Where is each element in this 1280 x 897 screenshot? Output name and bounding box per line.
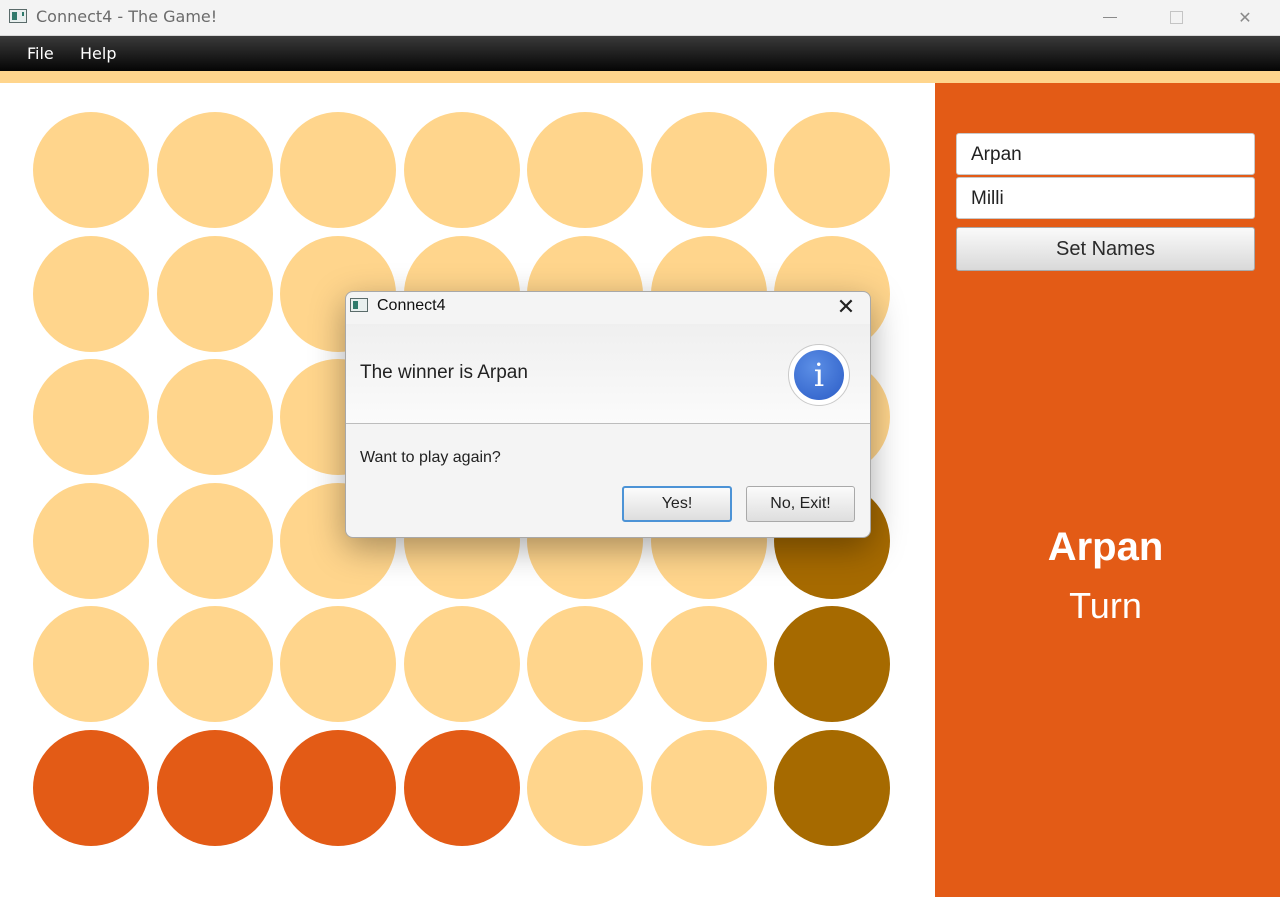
board-top-stripe (0, 71, 1280, 83)
winner-dialog: Connect4 ✕ The winner is Arpan i Want to… (345, 291, 871, 538)
board-cell-r0-c0[interactable] (33, 112, 149, 228)
dialog-header: The winner is Arpan i (346, 324, 870, 424)
board-cell-r0-c2[interactable] (280, 112, 396, 228)
board-cell-r2-c0[interactable] (33, 359, 149, 475)
dialog-close-button[interactable]: ✕ (828, 293, 864, 323)
minimize-button[interactable] (1077, 0, 1143, 35)
board-cell-r4-c5[interactable] (650, 606, 767, 722)
board-cell-r4-c3[interactable] (403, 606, 520, 722)
player1-name-input[interactable]: Arpan (956, 133, 1255, 175)
dialog-title: Connect4 (377, 297, 446, 314)
turn-label: Turn (1069, 585, 1142, 626)
minimize-icon (1103, 17, 1117, 18)
board-cell-r1-c1[interactable] (156, 235, 273, 352)
board-cell-r0-c4[interactable] (527, 112, 643, 228)
current-player-name: Arpan (1047, 525, 1164, 569)
maximize-button[interactable] (1143, 0, 1209, 35)
board-cell-r4-c4[interactable] (527, 606, 643, 722)
menu-bar: File Help (0, 36, 1280, 71)
board-cell-r0-c6[interactable] (774, 112, 890, 228)
info-icon: i (788, 344, 850, 406)
board-cell-r3-c1[interactable] (156, 482, 273, 599)
board-cell-r2-c1[interactable] (156, 359, 273, 475)
board-cell-r5-c5[interactable] (650, 729, 767, 846)
info-icon-glyph: i (794, 350, 844, 400)
board-cell-r1-c0[interactable] (33, 235, 149, 352)
player2-name-input[interactable]: Milli (956, 177, 1255, 219)
set-names-button[interactable]: Set Names (956, 227, 1255, 271)
board-cell-r5-c0[interactable] (33, 729, 149, 846)
dialog-content-text: Want to play again? (360, 449, 501, 466)
dialog-header-text: The winner is Arpan (360, 362, 528, 383)
board-cell-r4-c2[interactable] (280, 606, 396, 722)
window-titlebar: Connect4 - The Game! ✕ (0, 0, 1280, 36)
close-icon: ✕ (836, 295, 856, 320)
board-cell-r5-c6[interactable] (774, 729, 890, 846)
menu-help[interactable]: Help (80, 44, 116, 63)
board-cell-r0-c3[interactable] (403, 112, 520, 228)
board-cell-r4-c1[interactable] (156, 606, 273, 722)
board-cell-r0-c1[interactable] (156, 112, 273, 228)
board-cell-r5-c4[interactable] (527, 729, 643, 846)
board-cell-r3-c0[interactable] (33, 482, 149, 599)
board-cell-r5-c2[interactable] (280, 729, 396, 846)
board-cell-r5-c1[interactable] (156, 729, 273, 846)
app-icon (9, 9, 27, 23)
dialog-app-icon (350, 298, 368, 312)
close-button[interactable]: ✕ (1212, 0, 1278, 35)
board-cell-r4-c0[interactable] (33, 606, 149, 722)
board-cell-r4-c6[interactable] (774, 606, 890, 722)
board-cell-r5-c3[interactable] (403, 729, 520, 846)
window-title: Connect4 - The Game! (36, 7, 218, 26)
yes-button[interactable]: Yes! (622, 486, 732, 522)
menu-file[interactable]: File (27, 44, 54, 63)
close-icon: ✕ (1238, 8, 1252, 27)
maximize-icon (1169, 11, 1183, 24)
no-exit-button[interactable]: No, Exit! (746, 486, 855, 522)
board-cell-r0-c5[interactable] (650, 112, 767, 228)
